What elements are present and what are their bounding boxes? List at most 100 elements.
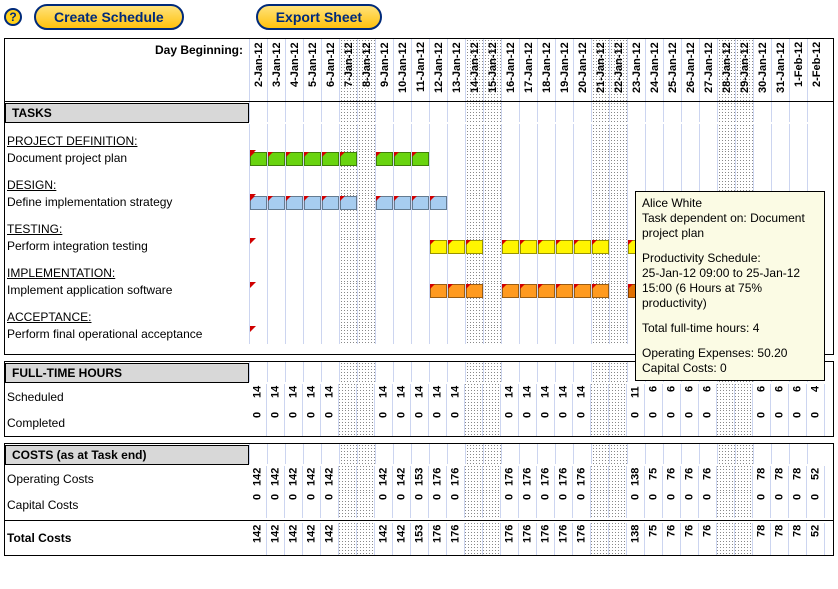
value-cell: 14	[249, 384, 267, 410]
value-cell: 76	[699, 523, 717, 555]
value-cell: 14	[429, 384, 447, 410]
gantt-bar[interactable]	[340, 196, 357, 210]
value-cell	[339, 410, 357, 436]
value-cell: 6	[663, 384, 681, 410]
gantt-bar[interactable]	[430, 196, 447, 210]
date-header-cell: 19-Jan-12	[556, 39, 574, 101]
gantt-bar[interactable]	[520, 284, 537, 298]
task-label: Document project plan	[5, 150, 249, 168]
value-cell: 176	[537, 523, 555, 555]
value-cell: 0	[267, 410, 285, 436]
gantt-bar[interactable]	[304, 152, 321, 166]
tasks-section-header: TASKS	[5, 102, 833, 124]
date-header-cell: 6-Jan-12	[322, 39, 340, 101]
gantt-bar[interactable]	[394, 196, 411, 210]
value-cell: 142	[375, 466, 393, 492]
value-cell: 0	[699, 492, 717, 518]
gantt-bar[interactable]	[430, 284, 447, 298]
value-cell: 78	[753, 466, 771, 492]
gantt-bar[interactable]	[376, 152, 393, 166]
value-cell	[591, 384, 609, 410]
gantt-bar[interactable]	[250, 152, 267, 166]
value-cell: 0	[771, 410, 789, 436]
gantt-bar[interactable]	[394, 152, 411, 166]
gantt-bar[interactable]	[304, 196, 321, 210]
date-header-cell: 7-Jan-12	[340, 39, 358, 101]
gantt-bar[interactable]	[538, 284, 555, 298]
gantt-bar[interactable]	[412, 196, 429, 210]
value-cell: 6	[771, 384, 789, 410]
value-cell: 6	[645, 384, 663, 410]
value-cell: 142	[393, 466, 411, 492]
date-header-cell: 16-Jan-12	[502, 39, 520, 101]
value-cell: 6	[681, 384, 699, 410]
gantt-bar[interactable]	[376, 196, 393, 210]
gantt-bar[interactable]	[466, 284, 483, 298]
value-cell	[717, 384, 735, 410]
value-cell: 153	[411, 466, 429, 492]
value-cell: 0	[573, 410, 591, 436]
gantt-bar[interactable]	[430, 240, 447, 254]
value-cell: 14	[573, 384, 591, 410]
value-cell: 76	[699, 466, 717, 492]
task-group-label: PROJECT DEFINITION:	[5, 124, 249, 150]
value-cell: 142	[267, 466, 285, 492]
value-cell	[609, 384, 627, 410]
value-cell	[483, 384, 501, 410]
gantt-bar[interactable]	[556, 240, 573, 254]
gantt-bar[interactable]	[448, 284, 465, 298]
task-group-label: IMPLEMENTATION:	[5, 256, 249, 282]
gantt-bar[interactable]	[250, 196, 267, 210]
value-cell: 176	[429, 466, 447, 492]
gantt-bar[interactable]	[340, 152, 357, 166]
value-cell: 142	[285, 466, 303, 492]
value-cell: 78	[789, 466, 807, 492]
value-cell: 0	[501, 410, 519, 436]
gantt-bar[interactable]	[268, 196, 285, 210]
value-cell: 0	[447, 410, 465, 436]
gantt-bar[interactable]	[592, 284, 609, 298]
gantt-bar[interactable]	[322, 152, 339, 166]
date-header-cell: 26-Jan-12	[682, 39, 700, 101]
value-cell: 142	[303, 523, 321, 555]
gantt-bar[interactable]	[448, 240, 465, 254]
gantt-bar[interactable]	[538, 240, 555, 254]
task-label: Define implementation strategy	[5, 194, 249, 212]
gantt-bar[interactable]	[592, 240, 609, 254]
value-cell: 0	[573, 492, 591, 518]
gantt-bar[interactable]	[412, 152, 429, 166]
gantt-bar[interactable]	[502, 284, 519, 298]
value-cell	[483, 466, 501, 492]
value-cell: 76	[663, 523, 681, 555]
help-button[interactable]: ?	[4, 8, 22, 26]
value-cell: 0	[681, 410, 699, 436]
value-cell: 0	[681, 492, 699, 518]
value-cell	[609, 523, 627, 555]
create-schedule-button[interactable]: Create Schedule	[34, 4, 184, 30]
date-header-cell: 4-Jan-12	[286, 39, 304, 101]
value-cell: 76	[681, 523, 699, 555]
value-cell	[735, 492, 753, 518]
day-beginning-label: Day Beginning:	[5, 39, 249, 101]
date-header-cell: 2-Jan-12	[250, 39, 268, 101]
gantt-bar[interactable]	[286, 196, 303, 210]
gantt-bar[interactable]	[286, 152, 303, 166]
value-cell: 6	[699, 384, 717, 410]
value-cell	[465, 492, 483, 518]
gantt-bar[interactable]	[574, 240, 591, 254]
task-tooltip: Alice White Task dependent on: Document …	[635, 191, 825, 381]
value-cell: 142	[321, 466, 339, 492]
gantt-bar[interactable]	[268, 152, 285, 166]
gantt-bar[interactable]	[520, 240, 537, 254]
value-cell	[357, 466, 375, 492]
value-cell: 0	[627, 492, 645, 518]
gantt-bar[interactable]	[322, 196, 339, 210]
gantt-bar[interactable]	[502, 240, 519, 254]
value-cell: 176	[429, 523, 447, 555]
gantt-bar[interactable]	[466, 240, 483, 254]
task-label: Perform final operational acceptance	[5, 326, 249, 344]
gantt-bar[interactable]	[556, 284, 573, 298]
value-cell: 76	[681, 466, 699, 492]
export-sheet-button[interactable]: Export Sheet	[256, 4, 382, 30]
gantt-bar[interactable]	[574, 284, 591, 298]
